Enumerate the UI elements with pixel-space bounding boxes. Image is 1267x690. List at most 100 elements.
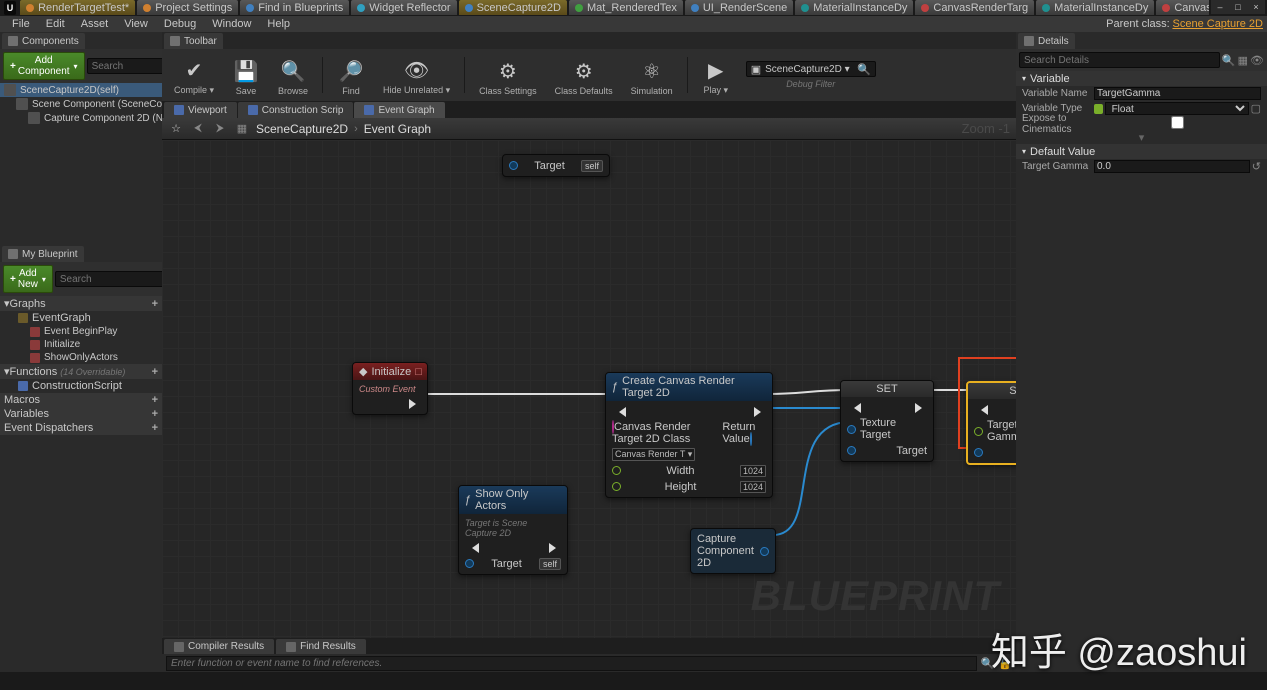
document-tab[interactable]: MaterialInstanceDy: [795, 0, 913, 15]
function-item[interactable]: ConstructionScript: [0, 379, 162, 393]
section-variables[interactable]: Variables+: [0, 407, 162, 421]
container-type-icon[interactable]: ▢: [1251, 102, 1261, 115]
bottom-tab-find-results[interactable]: Find Results: [276, 639, 366, 654]
add-component-button[interactable]: Add Component: [3, 52, 85, 80]
default-value-input[interactable]: [1094, 160, 1250, 173]
section-functions[interactable]: ▾Functions (14 Overridable)+: [0, 364, 162, 379]
breadcrumb-root[interactable]: SceneCapture2D: [256, 122, 348, 136]
mybp-search-input[interactable]: [55, 271, 162, 287]
tab-icon: [143, 4, 151, 12]
sub-tab-construction-scrip[interactable]: Construction Scrip: [238, 102, 354, 118]
maximize-button[interactable]: □: [1229, 0, 1247, 14]
node-set-target-gamma[interactable]: SET Target Gamma1.1 Target: [966, 381, 1016, 465]
document-tab[interactable]: CanvasRenderTarg: [1156, 0, 1209, 15]
eye-icon[interactable]: 👁: [1250, 54, 1264, 67]
add-dispatcher-button[interactable]: +: [152, 422, 158, 434]
minimize-button[interactable]: –: [1211, 0, 1229, 14]
toolbar-simulation-button[interactable]: ⚛Simulation: [625, 55, 679, 98]
toolbar-play-button[interactable]: ▶Play ▾: [696, 54, 736, 98]
category-variable[interactable]: Variable: [1016, 71, 1267, 86]
toolbar-hide-unrelated-button[interactable]: 👁Hide Unrelated ▾: [377, 54, 456, 98]
favorite-icon[interactable]: ☆: [168, 121, 184, 137]
menu-help[interactable]: Help: [259, 18, 298, 30]
event-item[interactable]: Event BeginPlay: [0, 325, 162, 338]
toolbar-find-button[interactable]: 🔎Find: [331, 55, 371, 98]
details-panel-tab[interactable]: Details: [1018, 33, 1075, 49]
section-graphs[interactable]: ▾Graphs+: [0, 296, 162, 311]
height-input[interactable]: 1024: [740, 481, 766, 493]
find-icon: 🔎: [337, 57, 365, 85]
my-blueprint-panel-tab[interactable]: My Blueprint: [2, 246, 84, 262]
menu-debug[interactable]: Debug: [156, 18, 204, 30]
document-tab[interactable]: MaterialInstanceDy: [1036, 0, 1154, 15]
details-search-input[interactable]: [1019, 52, 1220, 68]
document-tab[interactable]: RenderTargetTest*: [20, 0, 135, 15]
node-create-canvas-render-target[interactable]: ƒCreate Canvas Render Target 2D Canvas R…: [605, 372, 773, 498]
graph-canvas[interactable]: Targetself ◆Initialize□ Custom Event ƒSh…: [162, 140, 1016, 638]
graph-item[interactable]: EventGraph: [0, 311, 162, 325]
event-icon: [30, 327, 40, 337]
nav-fwd-icon[interactable]: ⮞: [212, 121, 228, 137]
find-input[interactable]: [166, 656, 977, 671]
expose-cinematics-checkbox[interactable]: [1094, 116, 1261, 129]
document-tab[interactable]: Mat_RenderedTex: [569, 0, 683, 15]
debug-object-select[interactable]: ▣SceneCapture2D ▾ 🔍: [746, 61, 876, 77]
toolbar-browse-button[interactable]: 🔍Browse: [272, 55, 314, 98]
node-set-texture-target[interactable]: SET Texture Target Target: [840, 380, 934, 462]
node-capture-component[interactable]: Capture Component 2D: [690, 528, 776, 574]
variable-name-input[interactable]: [1094, 87, 1261, 100]
document-tab[interactable]: Project Settings: [137, 0, 238, 15]
add-variable-button[interactable]: +: [152, 408, 158, 420]
document-tab[interactable]: Find in Blueprints: [240, 0, 349, 15]
add-macro-button[interactable]: +: [152, 394, 158, 406]
close-button[interactable]: ×: [1247, 0, 1265, 14]
grid-view-icon[interactable]: ▦: [1238, 54, 1248, 67]
toolbar-class-settings-button[interactable]: ⚙Class Settings: [473, 55, 543, 98]
node-show-only-actors[interactable]: ƒShow Only Actors Target is Scene Captur…: [458, 485, 568, 575]
save-icon: 💾: [232, 57, 260, 85]
tab-icon: [1042, 4, 1050, 12]
menu-window[interactable]: Window: [204, 18, 259, 30]
nav-back-icon[interactable]: ⮜: [190, 121, 206, 137]
components-panel-tab[interactable]: Components: [2, 33, 85, 49]
document-tab[interactable]: SceneCapture2D: [459, 0, 567, 15]
add-new-button[interactable]: Add New: [3, 265, 53, 293]
section-dispatchers[interactable]: Event Dispatchers+: [0, 421, 162, 435]
tab-icon: [364, 105, 374, 115]
expand-icon[interactable]: ▾: [1016, 131, 1267, 144]
bottom-tab-compiler-results[interactable]: Compiler Results: [164, 639, 274, 654]
tab-icon: [286, 642, 296, 652]
sub-tab-viewport[interactable]: Viewport: [164, 102, 237, 118]
document-tab[interactable]: UI_RenderScene: [685, 0, 793, 15]
event-item[interactable]: Initialize: [0, 338, 162, 351]
tab-icon: [921, 4, 929, 12]
menu-asset[interactable]: Asset: [73, 18, 117, 30]
menu-view[interactable]: View: [116, 18, 156, 30]
parent-class-link[interactable]: Scene Capture 2D: [1173, 18, 1264, 30]
add-graph-button[interactable]: +: [152, 298, 158, 310]
toolbar-save-button[interactable]: 💾Save: [226, 55, 266, 98]
section-macros[interactable]: Macros+: [0, 393, 162, 407]
variable-type-select[interactable]: Float: [1105, 102, 1249, 115]
revert-icon[interactable]: ↺: [1252, 160, 1261, 173]
component-tree-item[interactable]: SceneCapture2D(self): [0, 83, 162, 97]
width-input[interactable]: 1024: [740, 465, 766, 477]
toolbar-class-defaults-button[interactable]: ⚙Class Defaults: [549, 55, 619, 98]
event-icon: [30, 340, 40, 350]
menu-edit[interactable]: Edit: [38, 18, 73, 30]
toolbar-compile-button[interactable]: ✔Compile ▾: [168, 54, 220, 98]
breadcrumb-leaf[interactable]: Event Graph: [364, 122, 431, 136]
component-tree-item[interactable]: Scene Component (SceneComponent): [0, 97, 162, 111]
category-default-value[interactable]: Default Value: [1016, 144, 1267, 159]
tab-icon: [1162, 4, 1170, 12]
node-initialize[interactable]: ◆Initialize□ Custom Event: [352, 362, 428, 415]
component-tree-item[interactable]: Capture Component 2D (NewSceneC: [0, 111, 162, 125]
event-item[interactable]: ShowOnlyActors: [0, 351, 162, 364]
add-function-button[interactable]: +: [152, 366, 158, 378]
menu-file[interactable]: File: [4, 18, 38, 30]
sub-tab-event-graph[interactable]: Event Graph: [354, 102, 444, 118]
document-tab[interactable]: CanvasRenderTarg: [915, 0, 1034, 15]
components-search-input[interactable]: [87, 58, 162, 74]
document-tab[interactable]: Widget Reflector: [351, 0, 456, 15]
node-target-self[interactable]: Targetself: [502, 154, 610, 177]
